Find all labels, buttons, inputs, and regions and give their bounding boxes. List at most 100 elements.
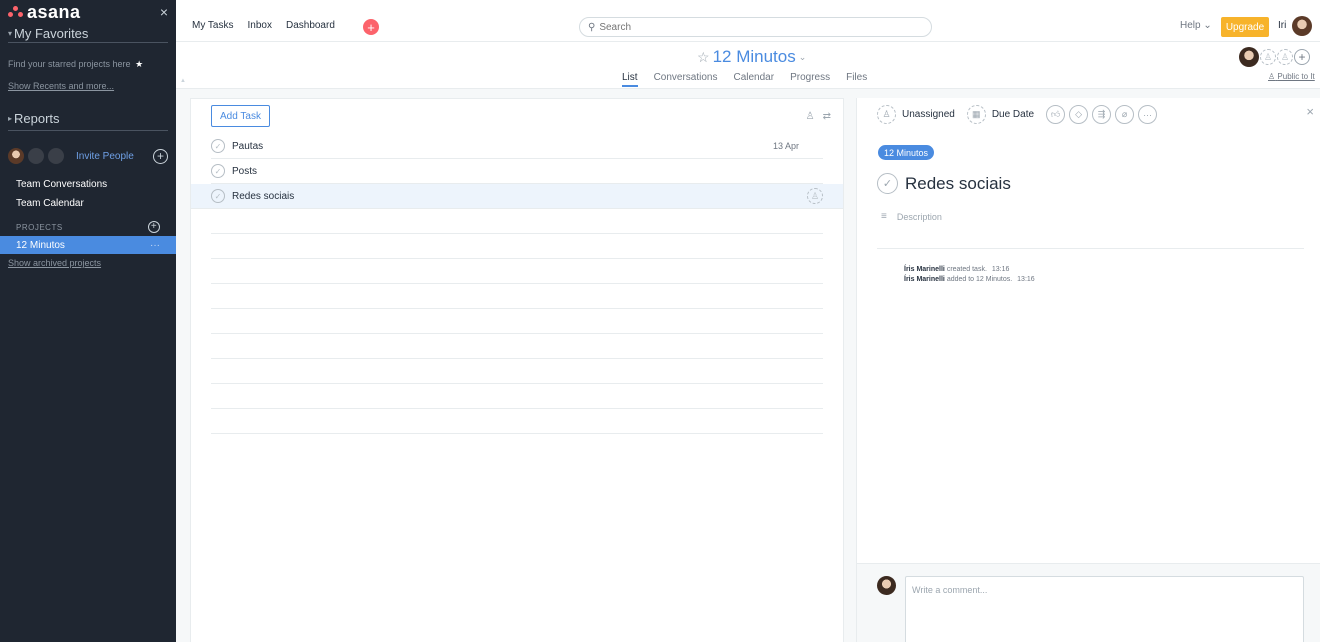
comment-box[interactable]	[905, 576, 1304, 642]
sort-icon[interactable]: ⇄	[823, 111, 831, 122]
tab-list[interactable]: List	[622, 72, 638, 87]
task-name[interactable]: Pautas	[232, 141, 263, 152]
reports-section-header[interactable]: ▸ Reports	[0, 109, 176, 127]
tab-calendar[interactable]: Calendar	[733, 72, 774, 87]
task-row-selected[interactable]: ✓ Redes sociais ♙	[191, 184, 843, 209]
avatar[interactable]	[8, 148, 24, 164]
invite-people-link[interactable]: Invite People	[76, 151, 134, 162]
complete-check-icon[interactable]: ✓	[211, 139, 225, 153]
show-recents-link[interactable]: Show Recents and more...	[0, 81, 176, 91]
empty-task-row[interactable]	[211, 309, 823, 334]
complete-check-icon[interactable]: ✓	[211, 164, 225, 178]
close-detail-icon[interactable]: ×	[1306, 104, 1314, 119]
task-title[interactable]: Redes sociais	[905, 174, 1011, 194]
reports-title: Reports	[14, 110, 60, 126]
assignee-icon[interactable]: ♙	[877, 105, 896, 124]
search-bar[interactable]: ⚲	[579, 17, 932, 37]
complete-check-icon[interactable]: ✓	[211, 189, 225, 203]
empty-task-row[interactable]	[211, 209, 823, 234]
add-project-icon[interactable]: +	[148, 221, 160, 233]
avatar	[877, 576, 896, 595]
task-name[interactable]: Redes sociais	[232, 191, 294, 202]
activity-actor[interactable]: Íris Marinelli	[904, 266, 945, 273]
tab-files[interactable]: Files	[846, 72, 867, 87]
due-date-label[interactable]: Due Date	[992, 109, 1034, 120]
empty-member-icon[interactable]: ♙	[1277, 49, 1293, 65]
empty-task-row[interactable]	[211, 259, 823, 284]
sidebar-project-12-minutos[interactable]: 12 Minutos ···	[0, 236, 176, 254]
show-archived-link[interactable]: Show archived projects	[0, 258, 176, 268]
assignee-label[interactable]: Unassigned	[902, 109, 955, 120]
star-outline-icon[interactable]: ☆	[697, 49, 710, 66]
privacy-setting[interactable]: ♙ Public to It	[1268, 72, 1315, 81]
more-options-icon[interactable]: ···	[150, 240, 160, 251]
task-name[interactable]: Posts	[232, 166, 257, 177]
main-nav: My Tasks Inbox Dashboard	[192, 20, 335, 31]
task-row[interactable]: ✓ Pautas 13 Apr	[211, 134, 823, 159]
empty-task-row[interactable]	[211, 334, 823, 359]
project-title[interactable]: ☆ 12 Minutos ⌄	[697, 47, 806, 67]
scroll-arrow-icon: ▲	[180, 78, 186, 84]
sidebar-item-team-calendar[interactable]: Team Calendar	[0, 194, 176, 213]
empty-task-row[interactable]	[211, 234, 823, 259]
add-task-button[interactable]: Add Task	[211, 105, 270, 127]
project-header: ▲ ☆ 12 Minutos ⌄ List Conversations Cale…	[176, 43, 1320, 89]
quick-add-button[interactable]: +	[363, 19, 379, 35]
nav-my-tasks[interactable]: My Tasks	[192, 20, 234, 31]
user-avatar[interactable]	[1292, 16, 1312, 36]
upgrade-button[interactable]: Upgrade	[1221, 17, 1269, 37]
comment-input[interactable]	[912, 585, 1297, 625]
complete-check-icon[interactable]: ✓	[877, 173, 898, 194]
avatar-placeholder[interactable]	[48, 148, 64, 164]
empty-task-row[interactable]	[211, 384, 823, 409]
activity-time: 13:16	[991, 266, 1010, 273]
divider	[877, 248, 1304, 249]
avatar-placeholder[interactable]	[28, 148, 44, 164]
star-icon: ★	[135, 59, 144, 69]
chevron-down-icon[interactable]: ⌄	[799, 52, 807, 63]
task-detail-panel: ♙ Unassigned ▦ Due Date 👍︎ ◇ ⇶ ⌀ ··· × 1…	[856, 98, 1320, 642]
team-members-row: Invite People +	[0, 145, 176, 167]
assignee-placeholder-icon[interactable]: ♙	[807, 188, 823, 204]
calendar-icon[interactable]: ▦	[966, 105, 986, 124]
empty-task-row[interactable]	[211, 359, 823, 384]
empty-task-row[interactable]	[211, 284, 823, 309]
tag-icon[interactable]: ◇	[1069, 105, 1089, 124]
project-tabs: List Conversations Calendar Progress Fil…	[622, 72, 867, 87]
empty-member-icon[interactable]: ♙	[1260, 49, 1276, 65]
favorites-title: My Favorites	[14, 25, 89, 41]
user-name[interactable]: Iri	[1278, 20, 1286, 31]
description-field[interactable]: ≡ Description	[881, 211, 942, 222]
favorites-section-header[interactable]: ▾ My Favorites	[0, 24, 176, 42]
more-options-icon[interactable]: ···	[1138, 105, 1158, 124]
search-icon: ⚲	[588, 21, 596, 33]
close-sidebar-icon[interactable]: ×	[160, 4, 168, 20]
activity-item: Íris Marinelli created task. 13:16	[904, 265, 1035, 275]
like-icon[interactable]: 👍︎	[1046, 105, 1066, 124]
project-tag[interactable]: 12 Minutos	[878, 145, 935, 160]
attachment-icon[interactable]: ⌀	[1115, 105, 1135, 124]
empty-task-row[interactable]	[211, 409, 823, 434]
sidebar-item-team-conversations[interactable]: Team Conversations	[0, 175, 176, 194]
tab-conversations[interactable]: Conversations	[654, 72, 718, 87]
tab-progress[interactable]: Progress	[790, 72, 830, 87]
nav-dashboard[interactable]: Dashboard	[286, 20, 335, 31]
collapse-triangle-icon: ▾	[8, 28, 13, 38]
activity-time: 13:16	[1017, 276, 1035, 283]
activity-actor[interactable]: Íris Marinelli	[904, 276, 945, 283]
subtask-icon[interactable]: ⇶	[1092, 105, 1112, 124]
assignee-filter-icon[interactable]: ♙	[806, 111, 815, 122]
asana-logo-icon[interactable]	[8, 6, 24, 18]
expand-triangle-icon: ▸	[8, 113, 13, 123]
add-member-icon[interactable]: +	[1294, 49, 1310, 65]
nav-inbox[interactable]: Inbox	[248, 20, 272, 31]
member-avatar[interactable]	[1239, 47, 1259, 67]
task-row[interactable]: ✓ Posts	[211, 159, 823, 184]
task-due-date[interactable]: 13 Apr	[773, 141, 799, 151]
list-tools: ♙ ⇄	[806, 111, 831, 122]
help-menu[interactable]: Help ⌄	[1180, 20, 1212, 31]
search-input[interactable]	[599, 21, 900, 33]
description-placeholder[interactable]: Description	[897, 212, 942, 222]
add-member-icon[interactable]: +	[153, 148, 168, 164]
logo-text[interactable]: asana	[27, 2, 81, 23]
